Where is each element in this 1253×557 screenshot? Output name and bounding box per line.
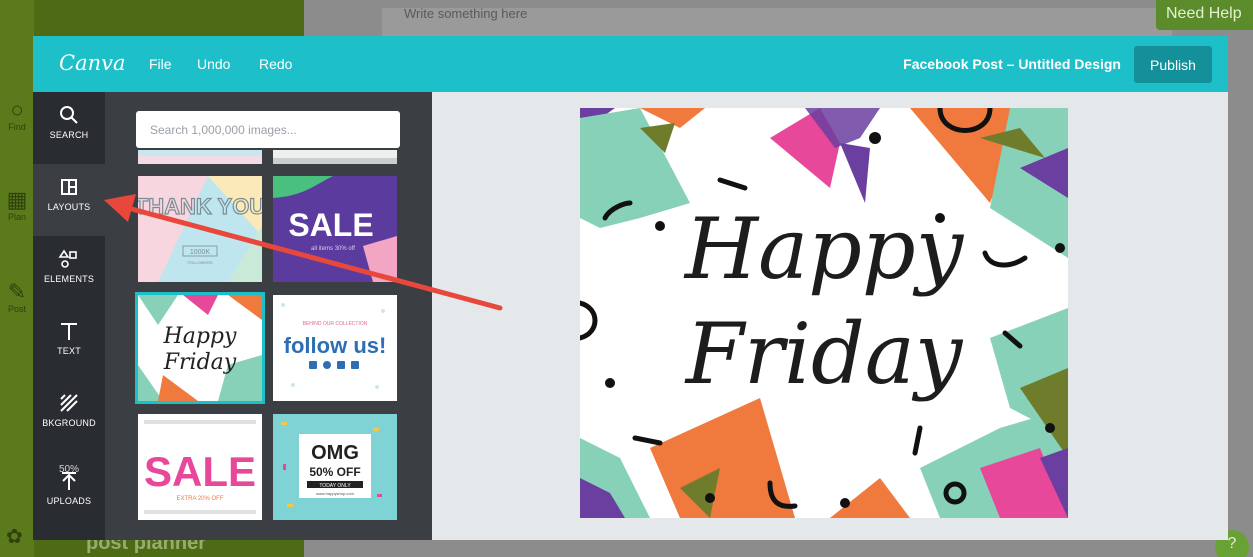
sidebar-item-elements[interactable]: ELEMENTS (33, 236, 105, 308)
sidebar-item-label: UPLOADS (46, 496, 92, 506)
thumbnail-text: SALE (144, 448, 256, 495)
thumbnail-text: follow us! (284, 333, 387, 358)
thumbnail-sub: TODAY ONLY (319, 483, 351, 489)
canvas-area: Happy Friday (432, 92, 1228, 540)
canva-modal: Canva File Undo Redo Facebook Post – Unt… (33, 36, 1228, 540)
calendar-icon: ▦ (6, 187, 28, 212)
bg-nav-find-label: Find (8, 122, 26, 132)
sidebar-item-label: SEARCH (49, 130, 89, 140)
layout-thumbnail-follow-us[interactable]: BEHIND OUR COLLECTION follow us! (273, 295, 397, 401)
sidebar-item-label: BKGROUND (42, 418, 96, 428)
layout-thumbnail-partial[interactable] (273, 150, 397, 164)
text-icon (61, 323, 77, 340)
sidebar-item-label: LAYOUTS (47, 202, 91, 212)
happy-friday-design: Happy Friday (580, 108, 1068, 518)
shapes-icon (58, 249, 77, 268)
sidebar-item-search[interactable]: SEARCH (33, 92, 105, 164)
thumbnail-sub: 1000K (190, 249, 211, 256)
layout-thumbnail-sale-purple[interactable]: SALE all items 30% off (273, 176, 397, 282)
sidebar-item-background[interactable]: BKGROUND (33, 380, 105, 452)
layout-icon (61, 179, 77, 195)
thumbnail-sub: EXTRA 20% OFF (176, 496, 223, 502)
thumbnail-text: Friday (163, 350, 237, 375)
file-menu[interactable]: File (149, 56, 172, 72)
search-icon (60, 106, 78, 124)
redo-button[interactable]: Redo (259, 56, 292, 72)
gear-icon[interactable]: ✿ (6, 524, 23, 549)
background-header (34, 0, 304, 36)
thumbnail-text: THANK YOU (138, 194, 262, 219)
layout-thumbnail-sale-colorful[interactable]: SALE EXTRA 20% OFF (138, 414, 262, 520)
pencil-icon: ✎ (7, 279, 27, 304)
thumbnail-text: OMG (311, 442, 359, 464)
design-canvas[interactable]: Happy Friday (580, 108, 1068, 518)
bg-nav-plan-label: Plan (7, 212, 26, 222)
canva-topbar: Canva File Undo Redo Facebook Post – Unt… (33, 36, 1228, 92)
need-help-button[interactable]: Need Help (1156, 0, 1253, 30)
compose-box[interactable]: Write something here (382, 6, 1172, 38)
sidebar-item-uploads[interactable]: 50% UPLOADS (33, 452, 105, 524)
design-text-happy: Happy (683, 200, 965, 298)
layouts-panel: THANK YOU 1000K FOLLOWERS SALE all items… (105, 92, 432, 540)
compose-placeholder: Write something here (404, 6, 528, 21)
thumbnail-caption: FOLLOWERS (187, 260, 212, 265)
design-text-friday: Friday (684, 305, 964, 403)
thumbnail-sub: all items 30% off (311, 246, 355, 252)
undo-button[interactable]: Undo (197, 56, 230, 72)
bg-nav-find[interactable]: ○ Find (0, 97, 34, 133)
document-title[interactable]: Facebook Post – Untitled Design (903, 56, 1121, 72)
bg-nav-post[interactable]: ✎ Post (0, 279, 34, 315)
layout-thumbnail-thank-you[interactable]: THANK YOU 1000K FOLLOWERS (138, 176, 262, 282)
sidebar-item-label: ELEMENTS (43, 274, 95, 284)
thumbnail-pre: BEHIND OUR COLLECTION (303, 321, 368, 327)
publish-button[interactable]: Publish (1134, 46, 1212, 83)
bg-nav-plan[interactable]: ▦ Plan (0, 187, 34, 223)
sidebar-item-layouts[interactable]: LAYOUTS (33, 164, 105, 236)
hatch-icon (60, 394, 78, 412)
layout-thumbnail-happy-friday[interactable]: Happy Friday (135, 292, 265, 404)
bg-nav-post-label: Post (7, 304, 26, 314)
search-icon: ○ (10, 97, 24, 122)
thumbnail-text: 50% OFF (309, 465, 360, 479)
image-search-input[interactable] (136, 111, 400, 148)
layout-thumbnail-omg[interactable]: OMG 50% OFF TODAY ONLY www.happyshop.com (273, 414, 397, 520)
canva-sidebar: SEARCH LAYOUTS ELEMENTS TEXT BKGROUND 50… (33, 92, 105, 540)
thumbnail-text: SALE (288, 207, 373, 243)
overlay-percent: 50% (58, 464, 79, 475)
thumbnail-url: www.happyshop.com (316, 491, 354, 496)
canva-logo: Canva (59, 51, 126, 75)
sidebar-item-text[interactable]: TEXT (33, 308, 105, 380)
layout-thumbnail-partial[interactable] (138, 150, 262, 164)
sidebar-item-label: TEXT (57, 346, 81, 356)
thumbnail-text: Happy (163, 324, 237, 349)
